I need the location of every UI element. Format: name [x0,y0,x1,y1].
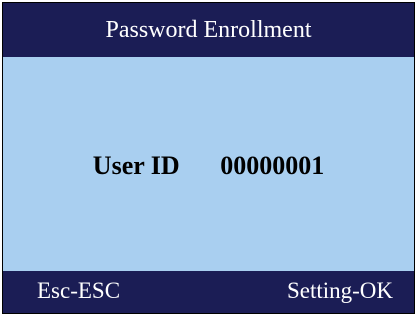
enrollment-content: User ID 00000001 [3,57,414,271]
title-bar: Password Enrollment [3,3,414,57]
user-id-label: User ID [92,151,180,180]
confirm-action[interactable]: Setting-OK [287,278,393,304]
footer-bar: Esc-ESC Setting-OK [3,271,414,313]
page-title: Password Enrollment [105,16,312,43]
device-screen: Password Enrollment User ID 00000001 Esc… [2,2,415,314]
escape-action[interactable]: Esc-ESC [37,278,120,304]
user-id-value: 00000001 [220,151,325,180]
user-id-row: User ID 00000001 [3,151,414,181]
